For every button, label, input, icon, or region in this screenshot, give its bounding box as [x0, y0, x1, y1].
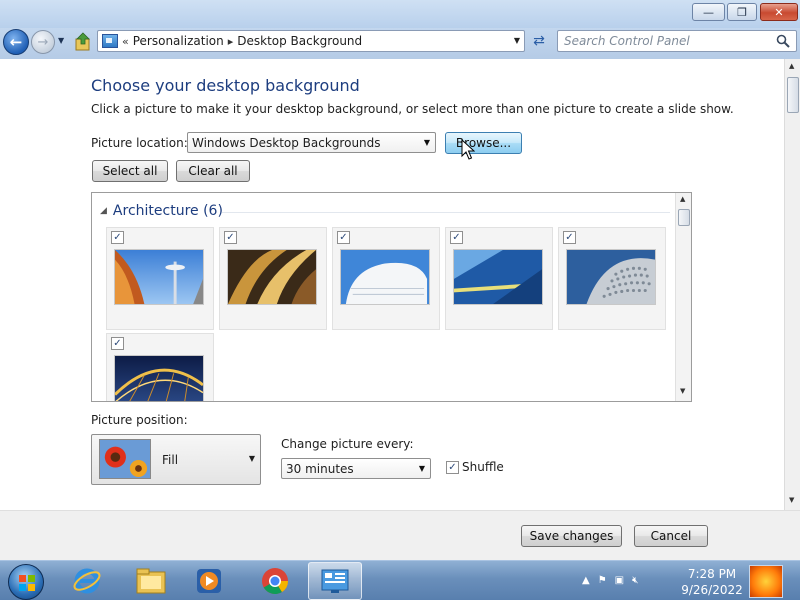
- media-player-icon: [197, 569, 221, 593]
- select-all-button[interactable]: Select all: [92, 160, 168, 182]
- group-header-architecture[interactable]: ◢ Architecture (6): [100, 203, 223, 219]
- taskbar-windows-explorer[interactable]: [124, 562, 178, 600]
- address-bar[interactable]: « Personalization ▸ Desktop Background ▼: [97, 30, 525, 52]
- chevron-down-icon: ▼: [418, 464, 425, 473]
- gallery-scrollbar[interactable]: ▲ ▼: [675, 193, 691, 401]
- internet-explorer-icon: [73, 568, 101, 594]
- up-folder-icon[interactable]: [74, 32, 92, 52]
- browse-button[interactable]: Browse...: [445, 132, 522, 154]
- collapse-triangle-icon[interactable]: ◢: [100, 206, 107, 216]
- page-scroll-thumb[interactable]: [787, 77, 799, 113]
- button-bar: Save changes Cancel: [0, 510, 800, 560]
- picture-position-label: Picture position:: [91, 413, 188, 427]
- mouse-cursor-icon: [461, 139, 475, 160]
- minimize-button[interactable]: —: [692, 3, 725, 21]
- close-button[interactable]: ✕: [760, 3, 798, 21]
- interval-dropdown[interactable]: 30 minutes ▼: [281, 458, 431, 479]
- navigation-bar: ← → ▼ « Personalization ▸ Desktop Backgr…: [0, 28, 800, 59]
- scroll-up-icon[interactable]: ▲: [789, 62, 794, 70]
- window-titlebar: — ❐ ✕: [0, 0, 800, 28]
- wallpaper-tile[interactable]: ✓: [219, 227, 327, 330]
- taskbar-media-player[interactable]: [182, 562, 236, 600]
- wallpaper-tile[interactable]: ✓: [106, 227, 214, 330]
- show-desktop-button[interactable]: [749, 565, 783, 598]
- search-box[interactable]: [557, 30, 797, 52]
- position-preview-image: [99, 439, 151, 479]
- show-hidden-icons-icon[interactable]: ▲: [582, 575, 590, 586]
- picture-position-dropdown[interactable]: Fill ▼: [91, 434, 261, 485]
- control-panel-icon: [102, 34, 118, 48]
- start-button[interactable]: [8, 564, 44, 600]
- clock-time: 7:28 PM: [687, 567, 737, 581]
- action-center-flag-icon[interactable]: ⚑: [598, 575, 607, 586]
- system-clock[interactable]: 7:28 PM 9/26/2022: [680, 566, 744, 598]
- wallpaper-tile[interactable]: ✓: [106, 333, 214, 402]
- breadcrumb-desktop-background[interactable]: Desktop Background: [237, 34, 362, 48]
- wallpaper-thumbnail[interactable]: [453, 249, 543, 305]
- picture-gallery[interactable]: ◢ Architecture (6) ✓ ✓ ✓ ✓ ✓ ✓ ▲ ▼: [91, 192, 692, 402]
- scroll-down-icon[interactable]: ▼: [789, 496, 794, 504]
- system-tray: ▲ ⚑ ▣ 🔇︎: [582, 575, 638, 586]
- picture-location-label: Picture location:: [91, 136, 188, 150]
- page-scrollbar[interactable]: ▲ ▼: [784, 59, 800, 510]
- search-input[interactable]: [564, 33, 764, 49]
- windows-logo-icon: [19, 575, 35, 591]
- wallpaper-thumbnail[interactable]: [227, 249, 317, 305]
- save-changes-button[interactable]: Save changes: [521, 525, 622, 547]
- address-dropdown-icon[interactable]: ▼: [514, 36, 520, 45]
- clock-date: 9/26/2022: [681, 583, 743, 597]
- wallpaper-checkbox[interactable]: ✓: [111, 337, 124, 350]
- interval-value: 30 minutes: [286, 461, 354, 476]
- breadcrumb-separator-icon[interactable]: ▸: [228, 35, 234, 48]
- wallpaper-thumbnail[interactable]: [340, 249, 430, 305]
- volume-muted-icon[interactable]: 🔇︎: [632, 575, 638, 586]
- wallpaper-thumbnail[interactable]: [114, 249, 204, 305]
- refresh-button[interactable]: ⇄: [527, 31, 551, 51]
- clear-all-button[interactable]: Clear all: [176, 160, 250, 182]
- wallpaper-checkbox[interactable]: ✓: [450, 231, 463, 244]
- control-panel-icon: [321, 569, 349, 593]
- wallpaper-tile[interactable]: ✓: [558, 227, 666, 330]
- taskbar-control-panel[interactable]: [308, 562, 362, 600]
- gallery-scroll-thumb[interactable]: [678, 209, 690, 226]
- group-divider: [222, 212, 670, 213]
- scroll-down-icon[interactable]: ▼: [680, 387, 685, 395]
- wallpaper-tile[interactable]: ✓: [332, 227, 440, 330]
- cancel-button[interactable]: Cancel: [634, 525, 708, 547]
- picture-location-dropdown[interactable]: Windows Desktop Backgrounds ▼: [187, 132, 436, 153]
- wallpaper-checkbox[interactable]: ✓: [337, 231, 350, 244]
- chevron-down-icon: ▼: [423, 138, 430, 147]
- taskbar-chrome[interactable]: [248, 562, 302, 600]
- wallpaper-thumbnail[interactable]: [114, 355, 204, 402]
- chevron-down-icon: ▼: [248, 454, 255, 463]
- search-icon[interactable]: [776, 34, 790, 48]
- picture-position-value: Fill: [162, 453, 179, 467]
- wallpaper-checkbox[interactable]: ✓: [563, 231, 576, 244]
- taskbar-internet-explorer[interactable]: [60, 562, 114, 600]
- recent-pages-dropdown-icon[interactable]: ▼: [58, 36, 64, 45]
- wallpaper-checkbox[interactable]: ✓: [224, 231, 237, 244]
- picture-location-value: Windows Desktop Backgrounds: [192, 135, 381, 150]
- wallpaper-checkbox[interactable]: ✓: [111, 231, 124, 244]
- maximize-button[interactable]: ❐: [727, 3, 757, 21]
- chrome-icon: [262, 568, 289, 595]
- forward-button[interactable]: →: [31, 30, 55, 54]
- group-title: Architecture (6): [112, 203, 223, 219]
- main-content: Choose your desktop background Click a p…: [0, 59, 784, 510]
- back-button[interactable]: ←: [3, 29, 29, 55]
- wallpaper-thumbnail[interactable]: [566, 249, 656, 305]
- taskbar: ▲ ⚑ ▣ 🔇︎ 7:28 PM 9/26/2022: [0, 560, 800, 600]
- scroll-up-icon[interactable]: ▲: [680, 195, 685, 203]
- page-description: Click a picture to make it your desktop …: [91, 102, 734, 116]
- shuffle-label[interactable]: Shuffle: [462, 460, 504, 474]
- shuffle-checkbox[interactable]: ✓: [446, 461, 459, 474]
- breadcrumb-overflow-icon[interactable]: «: [122, 35, 129, 48]
- breadcrumb-personalization[interactable]: Personalization: [133, 34, 224, 48]
- folder-icon: [136, 568, 166, 594]
- wallpaper-tile[interactable]: ✓: [445, 227, 553, 330]
- page-title: Choose your desktop background: [91, 76, 360, 95]
- network-icon[interactable]: ▣: [615, 575, 624, 586]
- change-picture-label: Change picture every:: [281, 437, 414, 451]
